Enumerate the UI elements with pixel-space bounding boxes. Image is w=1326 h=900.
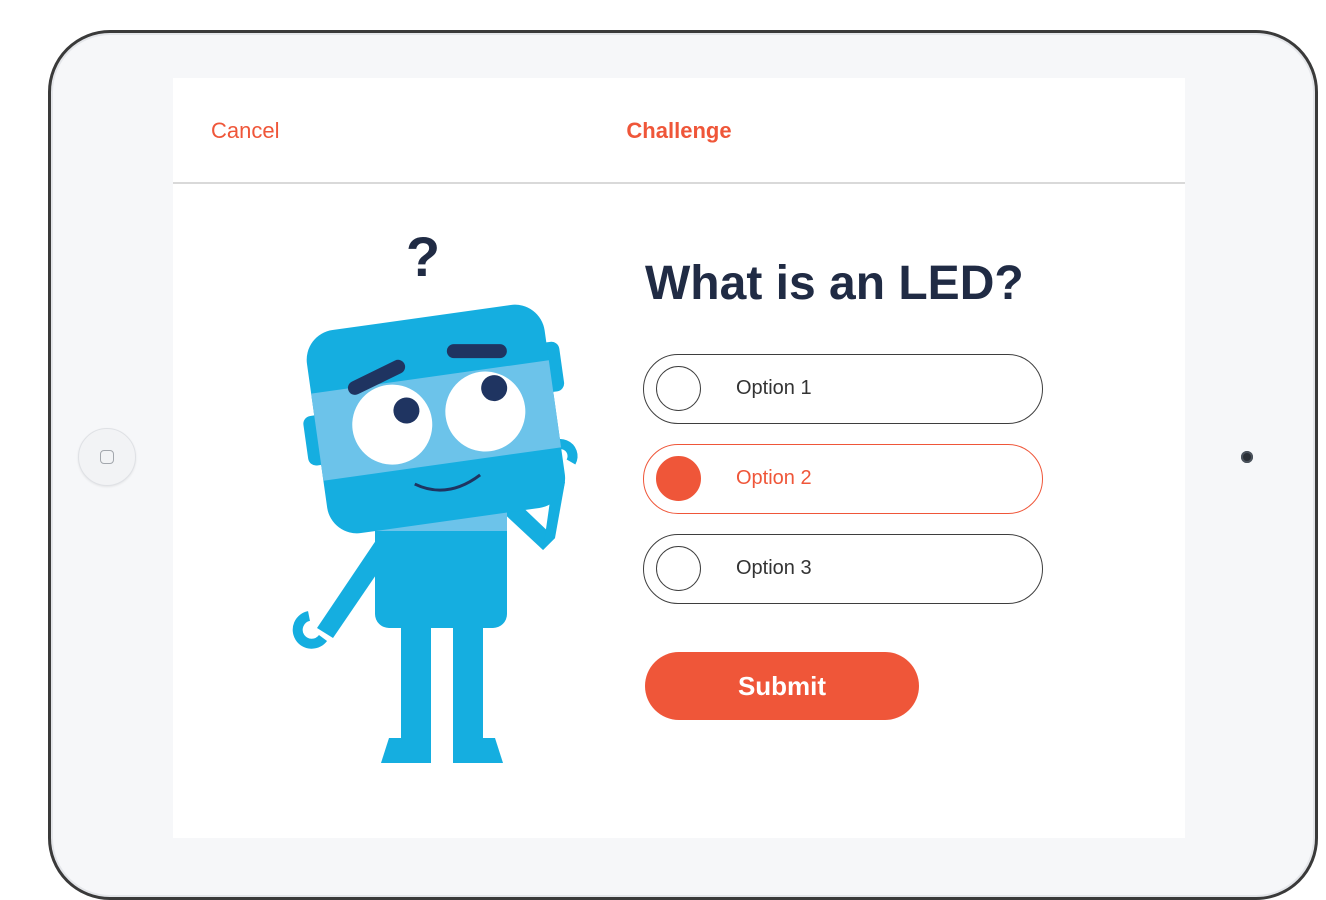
robot-right-eyebrow (446, 344, 507, 359)
option-label: Option 1 (736, 377, 812, 399)
home-square-icon (100, 450, 114, 464)
submit-button[interactable]: Submit (645, 652, 919, 720)
robot-left-claw (292, 611, 328, 649)
radio-circle-icon (656, 366, 701, 411)
option-1[interactable]: Option 1 (643, 354, 1043, 424)
radio-circle-icon (656, 546, 701, 591)
option-label: Option 3 (736, 557, 812, 579)
question-heading: What is an LED? (645, 257, 1024, 310)
robot-head (303, 304, 566, 534)
front-camera-icon (1241, 451, 1253, 463)
navigation-bar: Cancel Challenge (173, 78, 1185, 184)
robot-left-foot (381, 738, 431, 763)
page-title: Challenge (626, 118, 732, 143)
option-2[interactable]: Option 2 (643, 444, 1043, 514)
robot-right-foot (453, 738, 503, 763)
app-screen: Cancel Challenge ? What is an LED? Optio… (173, 78, 1185, 838)
radio-selected-icon (656, 456, 701, 501)
confused-robot-icon: ? (292, 225, 578, 763)
option-3[interactable]: Option 3 (643, 534, 1043, 604)
home-button[interactable] (78, 428, 136, 486)
question-mark-icon: ? (406, 225, 440, 288)
option-label: Option 2 (736, 467, 812, 489)
